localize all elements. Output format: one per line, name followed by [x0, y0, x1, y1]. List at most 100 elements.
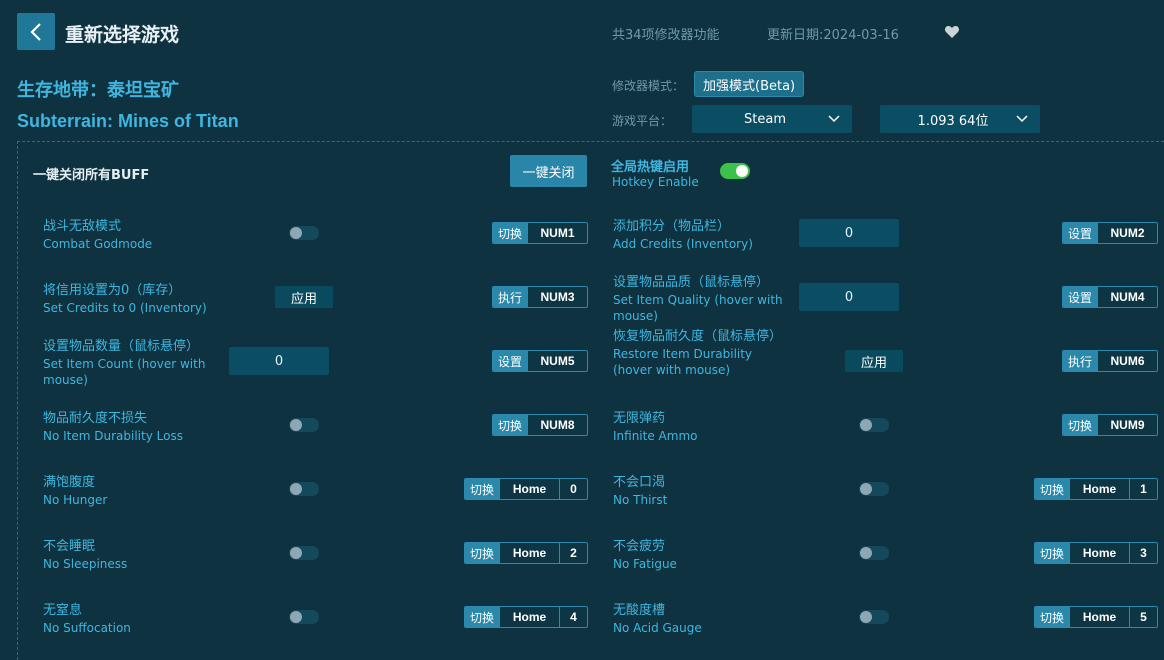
feature-label-cn: 添加积分（物品栏） — [613, 219, 731, 234]
no-suffocation-hotkey[interactable]: 切换 Home 4 — [464, 606, 588, 628]
feature-label-en: Set Item Quality (hover with mouse) — [613, 293, 783, 323]
page-title: 重新选择游戏 — [65, 24, 180, 46]
feature-label-cn: 不会疲劳 — [613, 539, 666, 554]
set-item-count-hotkey[interactable]: 设置 NUM5 — [492, 350, 588, 372]
feature-add-credits: 添加积分（物品栏） Add Credits (Inventory) — [613, 218, 803, 252]
update-date: 更新日期:2024-03-16 — [767, 28, 899, 43]
hotkey-action: 执行 — [493, 287, 527, 307]
feature-label-en: Combat Godmode — [43, 237, 153, 251]
hotkey-key: NUM9 — [1097, 415, 1157, 435]
hotkey-key: Home — [1069, 543, 1129, 563]
no-acid-gauge-toggle[interactable] — [859, 610, 889, 624]
hotkey-action: 切换 — [465, 543, 499, 563]
hotkey-action: 切换 — [1035, 479, 1069, 499]
hotkey-enable-label-en: Hotkey Enable — [612, 175, 699, 189]
chevron-down-icon — [1016, 115, 1028, 123]
feature-restore-durability: 恢复物品耐久度（鼠标悬停） Restore Item Durability (h… — [613, 328, 782, 378]
feature-set-item-quality: 设置物品品质（鼠标悬停） Set Item Quality (hover wit… — [613, 274, 788, 324]
feature-label-en: No Hunger — [43, 493, 108, 507]
mode-button[interactable]: 加强模式(Beta) — [694, 71, 805, 97]
infinite-ammo-hotkey[interactable]: 切换 NUM9 — [1062, 414, 1158, 436]
hotkey-key: Home — [1069, 479, 1129, 499]
game-name-cn: 生存地带：泰坦宝矿 — [17, 80, 179, 101]
platform-select[interactable]: Steam — [692, 105, 852, 133]
add-credits-input[interactable]: 0 — [799, 219, 899, 247]
hotkey-enable-switch[interactable] — [720, 163, 750, 179]
set-item-count-input[interactable]: 0 — [229, 347, 329, 375]
hotkey-action: 设置 — [1063, 287, 1097, 307]
no-hunger-hotkey[interactable]: 切换 Home 0 — [464, 478, 588, 500]
hotkey-action: 执行 — [1063, 351, 1097, 371]
no-fatigue-toggle[interactable] — [859, 546, 889, 560]
feature-label-cn: 无窒息 — [43, 603, 83, 618]
no-thirst-hotkey[interactable]: 切换 Home 1 — [1034, 478, 1158, 500]
feature-label-en: No Item Durability Loss — [43, 429, 183, 443]
chevron-left-icon — [30, 22, 41, 41]
feature-no-hunger: 满饱腹度 No Hunger — [43, 474, 233, 508]
hotkey-key: NUM1 — [527, 223, 587, 243]
hotkey-key: NUM5 — [527, 351, 587, 371]
hotkey-key: 5 — [1129, 607, 1157, 627]
hotkey-enable-label-cn: 全局热键启用 — [611, 160, 690, 175]
set-credits-zero-hotkey[interactable]: 执行 NUM3 — [492, 286, 588, 308]
no-acid-gauge-hotkey[interactable]: 切换 Home 5 — [1034, 606, 1158, 628]
hotkey-action: 切换 — [493, 223, 527, 243]
hotkey-key: NUM8 — [527, 415, 587, 435]
platform-label: 游戏平台： — [612, 114, 673, 128]
hotkey-key: 3 — [1129, 543, 1157, 563]
feature-label-en: Set Credits to 0 (Inventory) — [43, 301, 207, 315]
no-sleepiness-toggle[interactable] — [289, 546, 319, 560]
infinite-ammo-toggle[interactable] — [859, 418, 889, 432]
favorite-button[interactable] — [944, 24, 960, 40]
feature-label-cn: 设置物品品质（鼠标悬停） — [613, 275, 770, 290]
feature-count: 共34项修改器功能 — [612, 28, 720, 43]
feature-no-fatigue: 不会疲劳 No Fatigue — [613, 538, 803, 572]
hotkey-action: 切换 — [493, 415, 527, 435]
hotkey-key: Home — [499, 479, 559, 499]
feature-label-en: No Acid Gauge — [613, 621, 702, 635]
hotkey-action: 设置 — [1063, 223, 1097, 243]
feature-no-thirst: 不会口渴 No Thirst — [613, 474, 803, 508]
hotkey-key: NUM3 — [527, 287, 587, 307]
no-hunger-toggle[interactable] — [289, 482, 319, 496]
back-button[interactable] — [17, 13, 55, 50]
feature-no-acid-gauge: 无酸度槽 No Acid Gauge — [613, 602, 803, 636]
no-durability-loss-hotkey[interactable]: 切换 NUM8 — [492, 414, 588, 436]
set-item-quality-input[interactable]: 0 — [799, 283, 899, 311]
hotkey-action: 切换 — [1063, 415, 1097, 435]
no-suffocation-toggle[interactable] — [289, 610, 319, 624]
feature-label-cn: 战斗无敌模式 — [43, 219, 122, 234]
feature-combat-godmode: 战斗无敌模式 Combat Godmode — [43, 218, 233, 252]
chevron-down-icon — [828, 115, 840, 123]
hotkey-key: 0 — [559, 479, 587, 499]
no-thirst-toggle[interactable] — [859, 482, 889, 496]
hotkey-key: NUM4 — [1097, 287, 1157, 307]
hotkey-key: Home — [499, 543, 559, 563]
feature-infinite-ammo: 无限弹药 Infinite Ammo — [613, 410, 803, 444]
restore-durability-apply-button[interactable]: 应用 — [845, 350, 903, 372]
add-credits-hotkey[interactable]: 设置 NUM2 — [1062, 222, 1158, 244]
version-select[interactable]: 1.093 64位 — [880, 105, 1040, 133]
feature-set-credits-zero: 将信用设置为0（库存） Set Credits to 0 (Inventory) — [43, 282, 233, 316]
set-item-quality-hotkey[interactable]: 设置 NUM4 — [1062, 286, 1158, 308]
combat-godmode-toggle[interactable] — [289, 226, 319, 240]
feature-label-cn: 不会睡眠 — [43, 539, 96, 554]
feature-label-en: No Thirst — [613, 493, 668, 507]
hotkey-key: NUM2 — [1097, 223, 1157, 243]
mode-label: 修改器模式： — [612, 79, 685, 93]
no-durability-loss-toggle[interactable] — [289, 418, 319, 432]
feature-label-en: No Suffocation — [43, 621, 131, 635]
hotkey-key: 1 — [1129, 479, 1157, 499]
hotkey-key: Home — [499, 607, 559, 627]
combat-godmode-hotkey[interactable]: 切换 NUM1 — [492, 222, 588, 244]
restore-durability-hotkey[interactable]: 执行 NUM6 — [1062, 350, 1158, 372]
feature-no-sleepiness: 不会睡眠 No Sleepiness — [43, 538, 233, 572]
set-credits-zero-apply-button[interactable]: 应用 — [275, 286, 333, 308]
feature-label-en: No Sleepiness — [43, 557, 128, 571]
feature-label-en: Set Item Count (hover with mouse) — [43, 357, 206, 387]
hotkey-action: 切换 — [465, 607, 499, 627]
no-fatigue-hotkey[interactable]: 切换 Home 3 — [1034, 542, 1158, 564]
feature-label-cn: 物品耐久度不损失 — [43, 411, 148, 426]
close-all-button[interactable]: 一键关闭 — [510, 155, 587, 187]
no-sleepiness-hotkey[interactable]: 切换 Home 2 — [464, 542, 588, 564]
